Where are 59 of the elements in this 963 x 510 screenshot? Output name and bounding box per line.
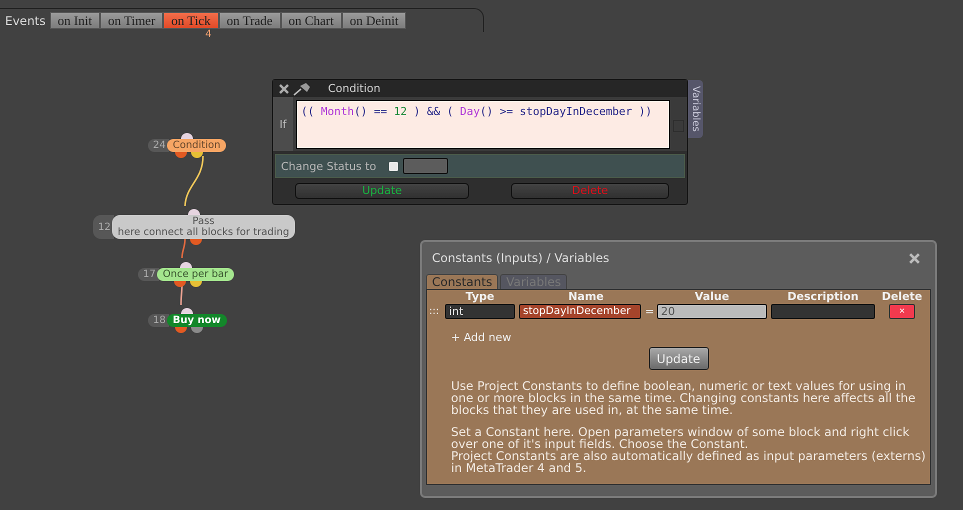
output-port[interactable] <box>174 281 186 287</box>
event-tab[interactable]: on Init <box>50 12 100 29</box>
help-text: Use Project Constants to define boolean, numeric or text values for using in one or more blocks in the same time. Changing constants here affects all the blocks that they are used in, at the same time. <box>451 380 916 416</box>
event-tab[interactable]: on Deinit <box>342 12 406 29</box>
column-header: Delete <box>880 290 924 304</box>
dialog-title: Constants (Inputs) / Variables <box>432 251 610 265</box>
connector-line <box>181 238 186 258</box>
description-field[interactable] <box>771 304 875 319</box>
event-tab[interactable]: on Chart <box>280 12 342 29</box>
type-field[interactable]: int <box>445 304 515 319</box>
column-header: Type <box>464 290 496 304</box>
variables-tab[interactable]: Variables <box>688 80 703 138</box>
value-field[interactable]: 20 <box>657 304 767 319</box>
block-number: 24 <box>148 139 169 152</box>
if-label: If <box>273 97 293 151</box>
column-header: Name <box>567 290 605 304</box>
output-port[interactable] <box>190 239 202 245</box>
block-label[interactable]: Buy now <box>166 314 227 327</box>
input-port[interactable] <box>188 209 200 215</box>
delete-button[interactable]: × <box>889 304 915 319</box>
code-field[interactable]: (( Month() == 12 ) && ( Day() >= stopDayInDecember )) <box>296 100 670 149</box>
update-button[interactable]: Update <box>295 183 469 199</box>
close-icon[interactable] <box>908 252 921 264</box>
block-number: 18 <box>148 314 169 327</box>
block-label[interactable]: Pass here connect all blocks for trading <box>112 215 296 239</box>
output-port[interactable] <box>175 152 188 158</box>
event-tab[interactable]: on Trade <box>218 12 281 29</box>
close-icon[interactable] <box>278 82 290 94</box>
change-status-label: Change Status to <box>281 160 376 172</box>
block-label[interactable]: Once per bar <box>156 268 234 281</box>
block-number: 12 <box>93 215 114 239</box>
event-tab[interactable]: on Tick <box>163 12 219 29</box>
event-tab[interactable]: on Timer <box>100 12 164 29</box>
input-port[interactable] <box>181 308 194 314</box>
update-button[interactable]: Update <box>648 347 708 370</box>
window-title: Condition <box>328 82 380 95</box>
block-number: 17 <box>138 268 159 281</box>
status-checkbox[interactable] <box>389 162 398 170</box>
tick-count-label: 4 <box>204 30 213 40</box>
block-label[interactable]: Condition <box>166 139 226 152</box>
connector-line <box>180 284 183 305</box>
equals-sign: = <box>645 305 653 318</box>
events-label: Events <box>5 14 46 28</box>
name-field[interactable]: stopDayInDecember <box>519 304 641 319</box>
connector-line <box>184 156 204 206</box>
input-port[interactable] <box>180 262 192 268</box>
column-header: Description <box>786 290 860 304</box>
help-text: Set a Constant here. Open parameters window of some block and right click over one of it's input fields. Choose the Constant. Project Constants are also automatically defined as input parameters (externs) in MetaTrader 4 and 5. <box>451 426 927 474</box>
add-new-link[interactable]: + Add new <box>451 331 512 344</box>
column-header: Value <box>694 290 730 304</box>
output-port[interactable] <box>191 152 204 158</box>
pin-icon[interactable] <box>293 82 311 96</box>
drag-handle[interactable]: ::: <box>429 306 441 317</box>
dialog-tab[interactable]: Constants <box>426 274 498 289</box>
output-port[interactable] <box>175 327 188 333</box>
input-port[interactable] <box>181 133 194 139</box>
status-field[interactable] <box>403 158 448 174</box>
output-port[interactable] <box>190 281 202 287</box>
output-port[interactable] <box>191 327 204 333</box>
